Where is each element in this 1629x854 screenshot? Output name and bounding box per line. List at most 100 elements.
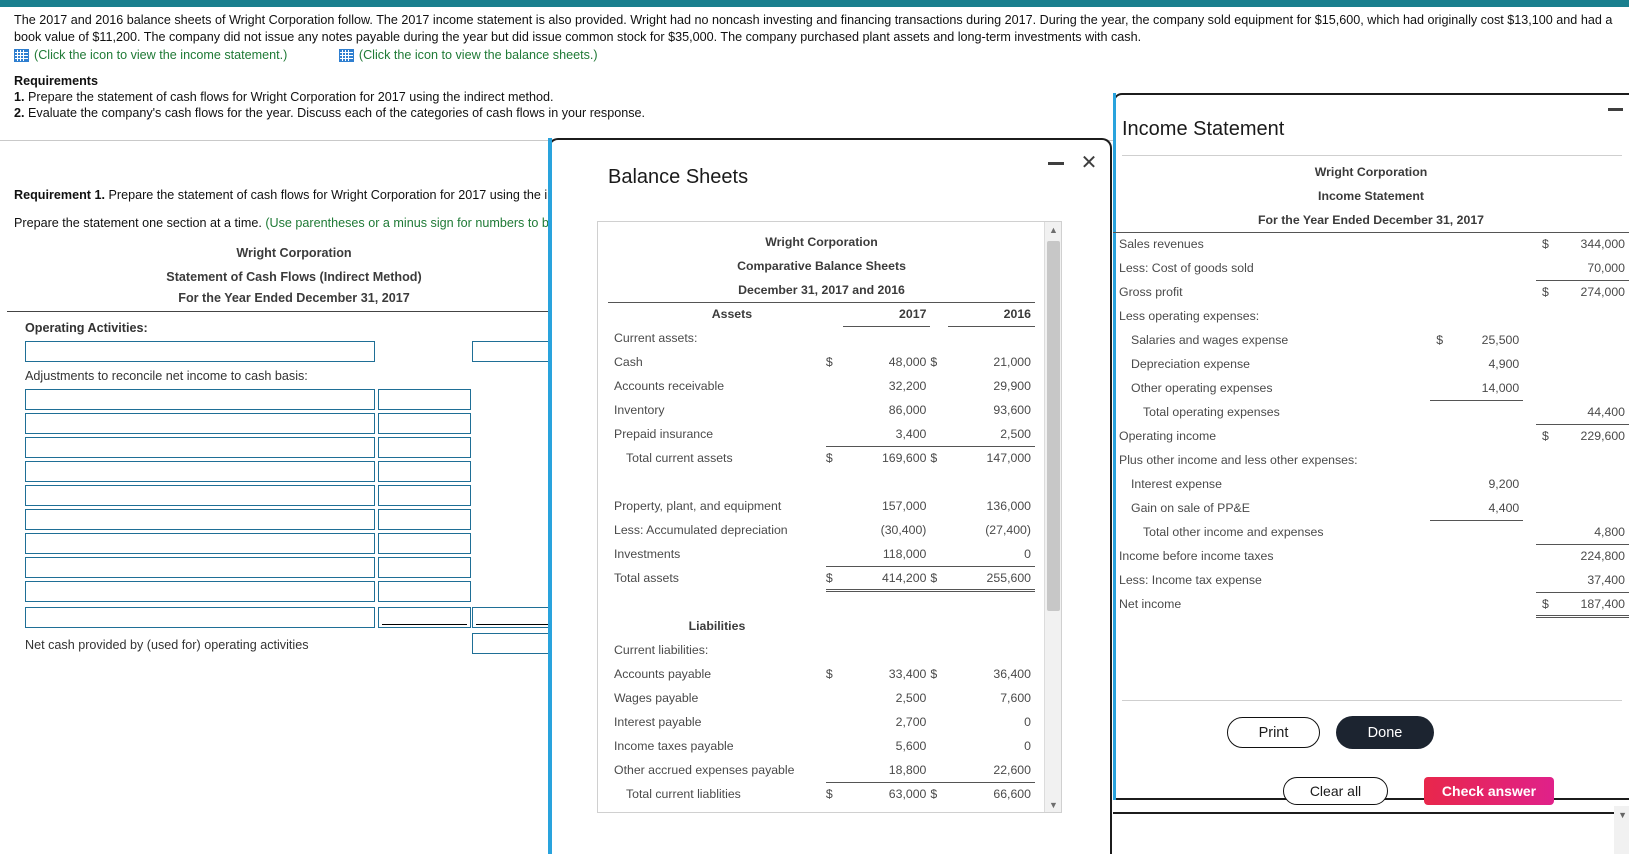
balance-sheets-dollar-2017 xyxy=(825,422,844,447)
balance-sheets-value-2017: 2,500 xyxy=(895,691,927,705)
income-statement-name: Income Statement xyxy=(1318,189,1424,203)
cashflow-amount-input-1[interactable] xyxy=(378,389,471,410)
cashflow-amount-input-6[interactable] xyxy=(378,509,471,530)
value: 229,600 xyxy=(1580,429,1625,444)
balance-sheets-scroll-area[interactable]: Wright Corporation Comparative Balance S… xyxy=(597,221,1062,813)
income-statement-row-amount-1: 4,900 xyxy=(1430,352,1523,376)
value: 274,000 xyxy=(1580,285,1625,300)
cashflow-desc-input-2[interactable] xyxy=(25,413,375,434)
income-statement-row: Sales revenues $344,000 xyxy=(1113,232,1629,256)
income-statement-link[interactable]: (Click the icon to view the income state… xyxy=(14,47,287,64)
balance-sheets-link[interactable]: (Click the icon to view the balance shee… xyxy=(338,47,598,64)
cashflow-desc-input-1[interactable] xyxy=(25,389,375,410)
value: 224,800 xyxy=(1580,549,1625,564)
cashflow-desc-input-10[interactable] xyxy=(25,607,375,628)
cashflow-desc-input-6[interactable] xyxy=(25,509,375,530)
balance-sheets-value-2016: 2,500 xyxy=(947,422,1035,447)
scroll-up-icon[interactable]: ▲ xyxy=(1045,222,1061,239)
minimize-icon[interactable] xyxy=(1048,162,1064,165)
cashflow-desc-input-4[interactable] xyxy=(25,461,375,482)
income-statement-row-gap xyxy=(1523,376,1536,400)
panel-bottom-rule xyxy=(1113,812,1629,814)
grid-icon[interactable] xyxy=(338,49,354,62)
check-answer-button[interactable]: Check answer xyxy=(1424,777,1554,805)
column-header-2016: 2016 xyxy=(947,302,1035,327)
balance-sheets-company-row: Wright Corporation xyxy=(608,230,1035,254)
balance-sheets-value-2017 xyxy=(843,590,930,614)
balance-sheets-row xyxy=(608,470,1035,494)
cashflow-amount-input-4[interactable] xyxy=(378,461,471,482)
column-header-assets: Assets xyxy=(711,307,753,322)
income-statement-row-gap xyxy=(1523,496,1536,520)
value: 37,400 xyxy=(1587,572,1625,587)
cashflow-amount-input-8[interactable] xyxy=(378,557,471,578)
print-button[interactable]: Print xyxy=(1227,717,1320,748)
income-statement-row-amount-1 xyxy=(1430,544,1523,568)
clear-all-button[interactable]: Clear all xyxy=(1283,777,1388,805)
balance-sheets-value-2017: 157,000 xyxy=(881,499,927,513)
income-statement-row: Income before income taxes 224,800 xyxy=(1113,544,1629,568)
income-statement-row-label: Less operating expenses: xyxy=(1119,309,1260,323)
income-statement-row-amount-2: $274,000 xyxy=(1536,280,1629,304)
cashflow-statement-name: Statement of Cash Flows (Indirect Method… xyxy=(166,270,422,284)
chevron-down-icon[interactable]: ▼ xyxy=(1618,810,1627,820)
balance-sheets-row-label: Current assets: xyxy=(614,331,698,345)
income-statement-name-row: Income Statement xyxy=(1113,184,1629,208)
balance-sheets-row-label: Total assets xyxy=(614,571,679,585)
cashflow-amount-input-3[interactable] xyxy=(378,437,471,458)
cashflow-desc-input-5[interactable] xyxy=(25,485,375,506)
balance-sheets-value-2016: 255,600 xyxy=(947,566,1035,592)
balance-sheets-value-2017 xyxy=(843,470,930,494)
cashflow-amount-input-9[interactable] xyxy=(378,581,471,602)
cashflow-amount-input-2[interactable] xyxy=(378,413,471,434)
income-statement-row-gap xyxy=(1523,304,1536,328)
balance-sheets-dollar-2017 xyxy=(826,326,843,350)
income-statement-row-amount-2: 4,800 xyxy=(1535,520,1629,545)
income-statement-row-amount-2: 70,000 xyxy=(1535,256,1629,281)
income-statement-row-amount-2 xyxy=(1536,496,1629,520)
cashflow-desc-input-8[interactable] xyxy=(25,557,375,578)
balance-sheets-dollar-2017 xyxy=(826,638,843,662)
balance-sheets-dollar-2016 xyxy=(930,734,947,758)
grid-icon[interactable] xyxy=(14,49,29,62)
balance-sheets-scrollbar[interactable]: ▲ ▼ xyxy=(1044,222,1061,812)
requirement-1-prompt-body: Prepare the statement of cash flows for … xyxy=(104,188,548,202)
cashflow-desc-input-7[interactable] xyxy=(25,533,375,554)
scroll-down-icon[interactable]: ▼ xyxy=(1045,797,1061,812)
income-statement-row-amount-1 xyxy=(1430,400,1523,424)
value: 187,400 xyxy=(1580,596,1625,611)
requirement-2-number: 2. xyxy=(14,106,25,120)
balance-sheets-row-label: Prepaid insurance xyxy=(614,427,714,441)
cashflow-desc-input-3[interactable] xyxy=(25,437,375,458)
scrollbar-thumb[interactable] xyxy=(1047,241,1060,611)
balance-sheets-row-label: Total current liablities xyxy=(626,787,741,801)
income-statement-row-label: Interest expense xyxy=(1131,477,1222,491)
balance-sheets-dollar-2017 xyxy=(826,518,843,542)
balance-sheets-row-label: Inventory xyxy=(614,403,665,417)
cashflow-amount-input-5[interactable] xyxy=(378,485,471,506)
income-statement-row-label: Less: Income tax expense xyxy=(1119,573,1262,587)
cashflow-desc-input-0[interactable] xyxy=(25,341,375,362)
cashflow-desc-input-9[interactable] xyxy=(25,581,375,602)
balance-sheets-row: Wages payable 2,500 7,600 xyxy=(608,686,1035,710)
income-statement-row: Less: Income tax expense 37,400 xyxy=(1113,568,1629,593)
income-statement-table: Wright Corporation Income Statement For … xyxy=(1113,160,1629,618)
balance-sheets-dollar-2016 xyxy=(930,710,947,734)
income-statement-period-row: For the Year Ended December 31, 2017 xyxy=(1113,208,1629,233)
close-icon[interactable]: ✕ xyxy=(1078,152,1100,174)
done-button[interactable]: Done xyxy=(1336,716,1434,749)
minimize-icon[interactable] xyxy=(1608,108,1623,111)
cashflow-amount-input-10[interactable] xyxy=(378,607,471,628)
balance-sheets-value-2016 xyxy=(948,326,1035,350)
balance-sheets-value-2017: 2,700 xyxy=(895,715,927,729)
cashflow-amount-input-7[interactable] xyxy=(378,533,471,554)
income-statement-row-amount-1 xyxy=(1430,448,1523,472)
column-header-2017: 2017 xyxy=(843,302,931,327)
income-statement-row: Salaries and wages expense $25,500 xyxy=(1113,328,1629,352)
balance-sheets-dollar-2016 xyxy=(930,518,947,542)
income-statement-row: Less: Cost of goods sold 70,000 xyxy=(1113,256,1629,281)
balance-sheets-value-2017: 33,400 xyxy=(888,667,927,681)
income-statement-row-label: Gross profit xyxy=(1119,285,1183,299)
income-statement-row: Gross profit $274,000 xyxy=(1113,280,1629,304)
income-statement-body: Wright Corporation Income Statement For … xyxy=(1113,160,1629,700)
